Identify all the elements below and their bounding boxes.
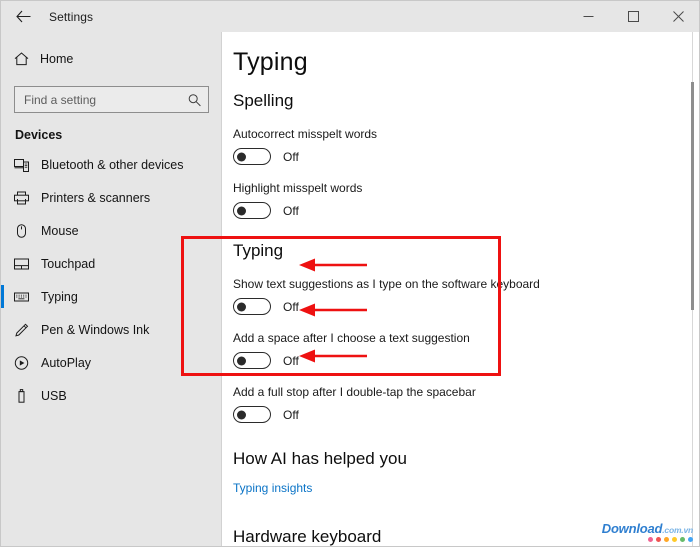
toggle-state-add-space: Off	[283, 353, 299, 368]
setting-label-add-space: Add a space after I choose a text sugges…	[233, 331, 470, 345]
pen-icon	[14, 323, 41, 337]
sidebar-item-home[interactable]: Home	[1, 42, 221, 76]
usb-icon	[14, 388, 41, 403]
sidebar-item-touchpad[interactable]: Touchpad	[1, 247, 221, 280]
toggle-state-show-text-suggestions-software: Off	[283, 299, 299, 314]
sidebar-item-label: USB	[41, 388, 67, 403]
sidebar-item-bluetooth-other-devices[interactable]: Bluetooth & other devices	[1, 148, 221, 181]
section-heading-how-ai-has-helped-you: How AI has helped you	[233, 449, 407, 468]
maximize-button[interactable]	[611, 1, 656, 32]
toggle-knob	[237, 152, 246, 161]
search-container	[1, 76, 221, 113]
touchpad-icon	[14, 257, 41, 271]
toggle-knob	[237, 206, 246, 215]
sidebar-item-label-home: Home	[40, 52, 74, 66]
sidebar-item-pen-windows-ink[interactable]: Pen & Windows Ink	[1, 313, 221, 346]
sidebar-item-label: Typing	[41, 289, 78, 304]
bluetooth-devices-icon	[14, 158, 41, 172]
mouse-icon	[14, 223, 41, 238]
setting-label-add-full-stop: Add a full stop after I double-tap the s…	[233, 385, 476, 399]
setting-label-highlight: Highlight misspelt words	[233, 181, 363, 195]
toggle-state-highlight: Off	[283, 203, 299, 218]
close-button[interactable]	[656, 1, 699, 32]
toggle-autocorrect-misspelt-words[interactable]	[233, 148, 271, 165]
sidebar-item-label: Bluetooth & other devices	[41, 157, 184, 172]
search-icon	[188, 93, 201, 106]
toggle-highlight-misspelt-words[interactable]	[233, 202, 271, 219]
setting-label-show-text-suggestions-software: Show text suggestions as I type on the s…	[233, 277, 540, 291]
setting-row-autocorrect: Off	[223, 141, 699, 165]
toggle-state-add-full-stop: Off	[283, 407, 299, 422]
sidebar-item-label: AutoPlay	[41, 355, 92, 370]
setting-row-add-space: Off	[223, 345, 699, 369]
setting-row-highlight: Off	[223, 195, 699, 219]
setting-label-autocorrect: Autocorrect misspelt words	[233, 127, 378, 141]
back-button[interactable]	[1, 1, 45, 32]
home-icon	[14, 52, 40, 66]
sidebar-item-usb[interactable]: USB	[1, 379, 221, 412]
setting-row-show-text-suggestions-software: Off	[223, 291, 699, 315]
search-input[interactable]	[15, 87, 185, 112]
sidebar-group-title: Devices	[15, 128, 63, 142]
sidebar-item-label: Touchpad	[41, 256, 96, 271]
sidebar-item-label: Printers & scanners	[41, 190, 151, 205]
toggle-knob	[237, 356, 246, 365]
toggle-state-autocorrect: Off	[283, 149, 299, 164]
toggle-add-full-stop-double-tap[interactable]	[233, 406, 271, 423]
sidebar: Home Devices	[1, 32, 222, 546]
section-heading-spelling: Spelling	[233, 91, 294, 110]
window-title: Settings	[49, 9, 94, 24]
section-heading-typing: Typing	[233, 241, 284, 260]
settings-window: Settings Home Find a setting Devices Blu…	[0, 0, 700, 547]
title-bar: Settings	[1, 1, 699, 32]
section-heading-hardware-keyboard: Hardware keyboard	[233, 527, 382, 546]
sidebar-item-autoplay[interactable]: AutoPlay	[1, 346, 221, 379]
toggle-show-text-suggestions-software-keyboard[interactable]	[233, 298, 271, 315]
autoplay-icon	[14, 355, 41, 370]
minimize-button[interactable]	[566, 1, 611, 32]
content-scrollbar[interactable]	[687, 32, 699, 546]
printer-icon	[14, 191, 41, 205]
toggle-add-space-after-suggestion[interactable]	[233, 352, 271, 369]
setting-row-add-full-stop: Off	[223, 399, 699, 423]
back-arrow-icon	[15, 10, 30, 23]
search-box[interactable]	[14, 86, 209, 113]
window-controls	[566, 1, 699, 32]
scrollbar-thumb[interactable]	[691, 82, 694, 310]
typing-insights-link[interactable]: Typing insights	[223, 469, 312, 495]
maximize-icon	[628, 11, 639, 22]
keyboard-icon	[14, 290, 41, 304]
sidebar-item-typing[interactable]: Typing	[1, 280, 221, 313]
sidebar-item-printers-scanners[interactable]: Printers & scanners	[1, 181, 221, 214]
close-icon	[673, 11, 684, 22]
sidebar-item-label: Mouse	[41, 223, 79, 238]
toggle-knob	[237, 302, 246, 311]
sidebar-item-label: Pen & Windows Ink	[41, 322, 150, 337]
page-title: Typing	[233, 48, 308, 76]
minimize-icon	[583, 16, 594, 17]
toggle-knob	[237, 410, 246, 419]
main-content: Typing Spelling Autocorrect misspelt wor…	[223, 32, 699, 546]
sidebar-item-mouse[interactable]: Mouse	[1, 214, 221, 247]
